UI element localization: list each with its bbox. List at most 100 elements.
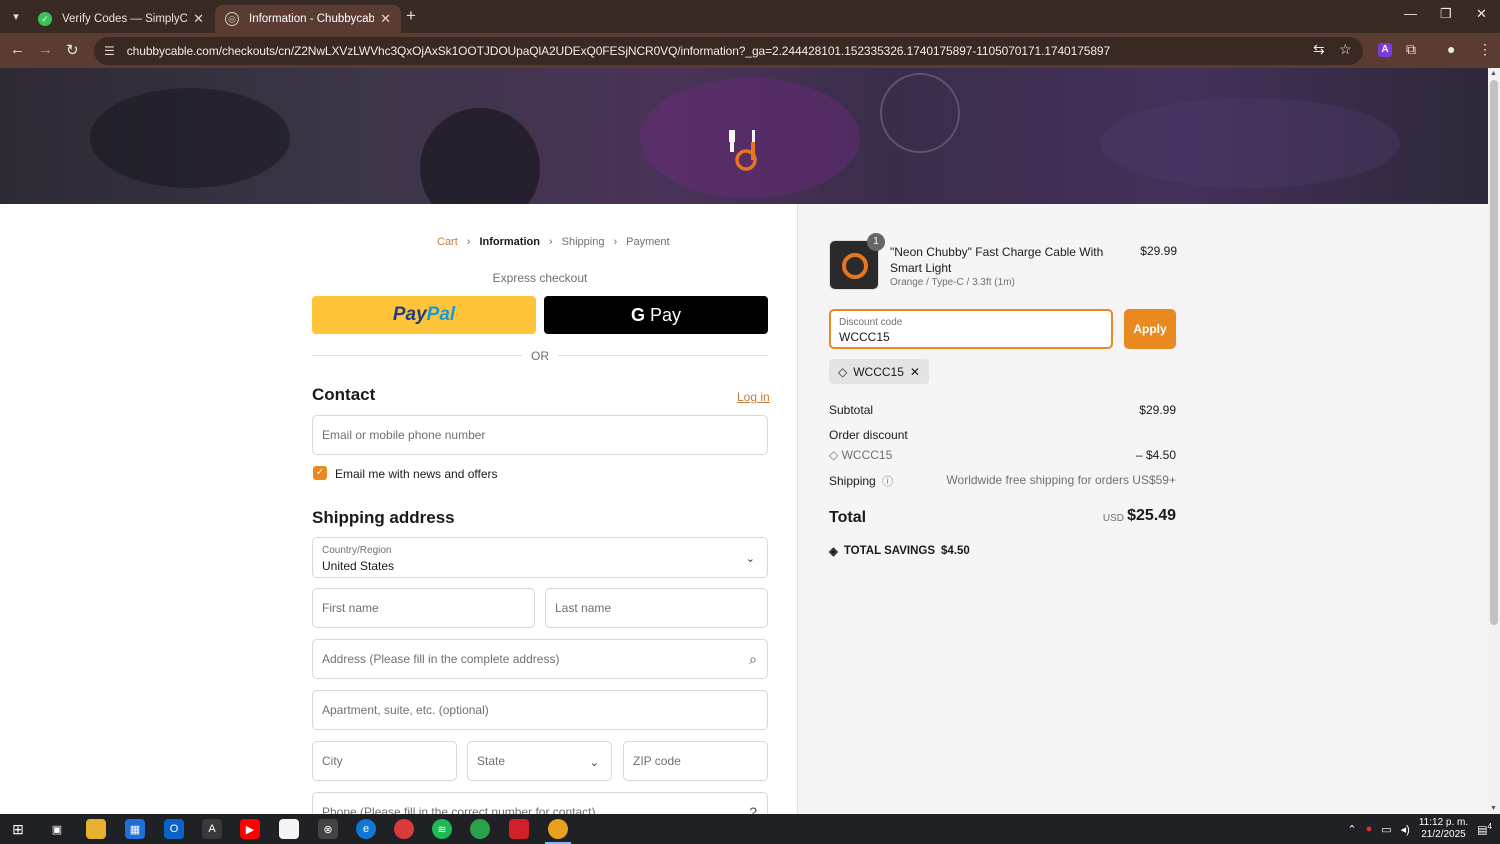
search-icon: ⌕ xyxy=(749,651,757,667)
first-name-placeholder: First name xyxy=(322,601,379,615)
forward-icon[interactable]: → xyxy=(38,41,53,58)
youtube-icon[interactable]: ▶ xyxy=(240,819,260,839)
task-view-icon[interactable]: ▣ xyxy=(47,819,67,839)
browser-tab-chubbycable[interactable]: ◎ Information - Chubbycable - Ch ✕ xyxy=(215,5,401,33)
close-tab-icon[interactable]: ✕ xyxy=(193,11,204,27)
outlook-icon[interactable]: O xyxy=(164,819,184,839)
bookmark-star-icon[interactable]: ☆ xyxy=(1339,41,1352,58)
state-placeholder: State xyxy=(477,754,506,768)
breadcrumb-information: Information xyxy=(479,236,540,248)
windows-taskbar: ⊞ ▣ ▦ O A ▶ ⊗ e ≋ ⌃ ● ▭ ◂) 11:12 p. m. 2… xyxy=(0,814,1500,844)
city-field[interactable]: City xyxy=(312,741,457,781)
paypal-button[interactable]: Pay Pal xyxy=(312,296,536,334)
product-name: "Neon Chubby" Fast Charge Cable With Sma… xyxy=(890,245,1104,275)
spotify-icon[interactable]: ≋ xyxy=(432,819,452,839)
or-divider: OR xyxy=(312,349,768,363)
store-icon[interactable]: ▦ xyxy=(125,819,145,839)
document-icon[interactable] xyxy=(279,819,299,839)
back-icon[interactable]: ← xyxy=(10,41,25,58)
first-name-field[interactable]: First name xyxy=(312,588,535,628)
app-red-icon[interactable] xyxy=(509,819,529,839)
chrome-icon[interactable] xyxy=(394,819,414,839)
applied-discount-chip: ◇ WCCC15 ✕ xyxy=(829,359,929,384)
close-window-icon[interactable]: ✕ xyxy=(1476,6,1487,22)
last-name-placeholder: Last name xyxy=(555,601,612,615)
scrollbar-thumb[interactable] xyxy=(1490,80,1498,625)
country-select[interactable]: Country/Region United States ⌄ xyxy=(312,537,768,578)
scroll-up-icon[interactable]: ▲ xyxy=(1490,70,1497,77)
newsletter-label: Email me with news and offers xyxy=(335,467,498,481)
windows-start-icon[interactable]: ⊞ xyxy=(8,819,28,839)
subtotal-label: Subtotal xyxy=(829,403,874,417)
clock[interactable]: 11:12 p. m. 21/2/2025 xyxy=(1419,817,1468,841)
chevron-down-icon: ⌄ xyxy=(589,757,599,769)
remove-discount-icon[interactable]: ✕ xyxy=(910,365,920,379)
network-icon[interactable]: ▭ xyxy=(1381,823,1391,836)
browser-tab-simplycodes[interactable]: ✓ Verify Codes — SimplyCodes ✕ xyxy=(28,5,214,33)
edge-icon[interactable]: e xyxy=(356,819,376,839)
xbox-icon[interactable]: ⊗ xyxy=(318,819,338,839)
breadcrumb-cart[interactable]: Cart xyxy=(437,236,458,248)
shipping-info-icon[interactable]: ⓘ xyxy=(882,476,893,488)
order-discount-row: Order discount xyxy=(829,428,1176,442)
zip-placeholder: ZIP code xyxy=(633,754,681,768)
google-pay-button[interactable]: G Pay xyxy=(544,296,768,334)
login-link[interactable]: Log in xyxy=(737,390,770,404)
total-savings: ◈ TOTAL SAVINGS $4.50 xyxy=(829,544,970,558)
order-summary-panel: 1 "Neon Chubby" Fast Charge Cable With S… xyxy=(797,204,1488,814)
product-variant: Orange / Type-C / 3.3ft (1m) xyxy=(890,277,1015,288)
tag-icon: ◈ xyxy=(829,546,838,558)
chrome-active-icon[interactable] xyxy=(545,819,571,844)
country-label: Country/Region xyxy=(322,545,392,556)
menu-kebab-icon[interactable]: ⋮ xyxy=(1478,41,1492,58)
site-info-icon[interactable]: ☰ xyxy=(104,44,115,58)
close-tab-icon[interactable]: ✕ xyxy=(380,11,391,27)
banner-shape xyxy=(880,73,960,153)
apartment-placeholder: Apartment, suite, etc. (optional) xyxy=(322,703,489,717)
total-savings-value: $4.50 xyxy=(941,545,970,557)
address-field[interactable]: Address (Please fill in the complete add… xyxy=(312,639,768,679)
new-tab-icon[interactable]: + xyxy=(406,6,416,26)
apartment-field[interactable]: Apartment, suite, etc. (optional) xyxy=(312,690,768,730)
extension-a-icon[interactable]: A xyxy=(1378,43,1392,57)
page-scrollbar[interactable]: ▲ ▼ xyxy=(1488,68,1500,814)
minimize-icon[interactable]: — xyxy=(1404,6,1417,21)
total-row: Total USD $25.49 xyxy=(829,507,1176,531)
chevron-up-icon[interactable]: ⌃ xyxy=(1347,823,1356,836)
tray-app-icon[interactable]: ● xyxy=(1366,823,1373,835)
zip-field[interactable]: ZIP code xyxy=(623,741,768,781)
translate-icon[interactable]: ⇆ xyxy=(1313,41,1325,58)
address-bar[interactable]: ☰ chubbycable.com/checkouts/cn/Z2NwLXVzL… xyxy=(94,37,1363,65)
cable-coil-shape xyxy=(842,253,868,279)
tab-search-icon[interactable]: ▾ xyxy=(6,6,26,26)
notifications-icon[interactable]: ▤4 xyxy=(1477,822,1492,837)
scroll-down-icon[interactable]: ▼ xyxy=(1490,805,1497,812)
apply-discount-button[interactable]: Apply xyxy=(1124,309,1176,349)
total-label: Total xyxy=(829,509,867,526)
email-field[interactable]: Email or mobile phone number xyxy=(312,415,768,455)
state-select[interactable]: State ⌄ xyxy=(467,741,612,781)
extensions-puzzle-icon[interactable]: ⧉ xyxy=(1406,41,1416,58)
volume-icon[interactable]: ◂) xyxy=(1401,823,1410,836)
paypal-logo-part-1: Pay xyxy=(392,304,427,325)
currency-code: USD xyxy=(1102,513,1124,524)
file-explorer-icon[interactable] xyxy=(86,819,106,839)
total-value: $25.49 xyxy=(1127,507,1176,524)
restore-icon[interactable]: ❐ xyxy=(1440,6,1452,22)
app-icon[interactable]: A xyxy=(202,819,222,839)
quantity-badge: 1 xyxy=(867,233,885,251)
shipping-row: Shipping ⓘ Worldwide free shipping for o… xyxy=(829,473,1176,489)
globe-favicon-icon: ◎ xyxy=(225,12,239,26)
google-pay-label: Pay xyxy=(649,304,682,325)
phone-field[interactable]: Phone (Please fill in the correct number… xyxy=(312,792,768,814)
reload-icon[interactable]: ↻ xyxy=(66,41,79,59)
discount-code-name: WCCC15 xyxy=(841,448,893,462)
last-name-field[interactable]: Last name xyxy=(545,588,768,628)
chrome-profile-icon[interactable] xyxy=(470,819,490,839)
tab-title: Verify Codes — SimplyCodes xyxy=(62,13,188,25)
profile-icon[interactable]: ● xyxy=(1447,41,1455,57)
discount-code-field[interactable]: Discount code WCCC15 xyxy=(829,309,1113,349)
chevron-right-icon: › xyxy=(548,236,553,248)
newsletter-checkbox[interactable]: ✓ xyxy=(313,466,327,480)
url-text: chubbycable.com/checkouts/cn/Z2NwLXVzLWV… xyxy=(126,44,1111,58)
